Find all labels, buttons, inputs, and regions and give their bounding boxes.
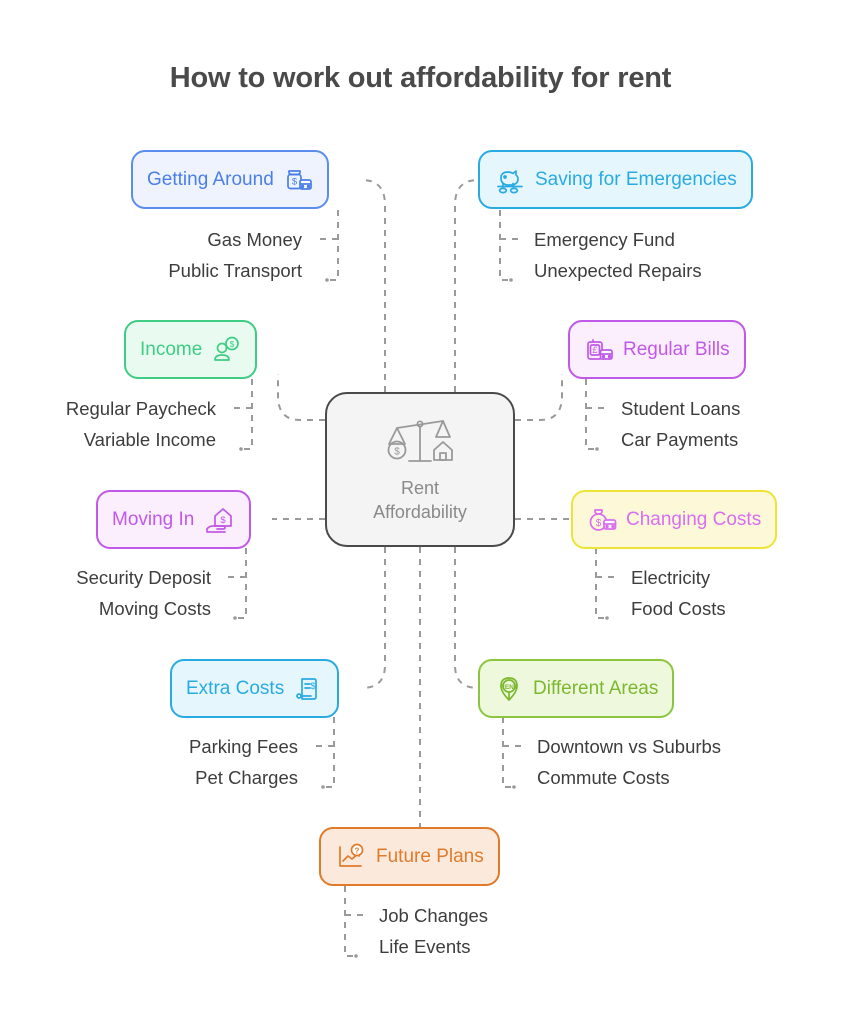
branch-node-moving-in[interactable]: Moving In $: [96, 490, 252, 549]
pound-bill-bus-icon: £: [584, 335, 614, 365]
branch-subs-getting-around: Gas Money Public Transport: [30, 228, 302, 282]
edge-center-saving-for-emergencies: [454, 179, 479, 392]
branch-label-different-areas: Different Areas: [533, 677, 659, 699]
center-node-label: Rent Affordability: [373, 478, 467, 522]
branch-node-getting-around[interactable]: Getting Around $: [131, 150, 329, 209]
sub-item: Car Payments: [621, 429, 739, 451]
center-node-rent-affordability[interactable]: $ Rent Affordability: [325, 392, 515, 547]
branch-label-future-plans: Future Plans: [376, 845, 484, 867]
sub-item: Emergency Fund: [534, 229, 675, 250]
edge-center-different-areas: [454, 547, 479, 689]
edge-getting-around-subs: [325, 210, 339, 281]
sub-item: Variable Income: [83, 429, 216, 451]
branch-subs-extra-costs: Parking Fees Pet Charges: [60, 735, 298, 789]
sub-item: Commute Costs: [537, 767, 670, 789]
branch-label-extra-costs: Extra Costs: [186, 677, 285, 699]
edge-center-income: [277, 374, 325, 421]
edge-center-getting-around: [361, 179, 386, 392]
sub-item: Regular Paycheck: [65, 398, 216, 419]
edge-moving-in-subs: [233, 548, 247, 619]
sub-item: Public Transport: [168, 260, 302, 282]
branch-label-getting-around: Getting Around: [147, 168, 274, 190]
svg-text:?: ?: [355, 846, 360, 855]
branch-node-changing-costs[interactable]: $ Changing Costs: [571, 490, 778, 549]
edge-center-regular-bills: [515, 374, 563, 421]
sub-item: Pet Charges: [195, 767, 298, 789]
branch-subs-moving-in: Security Deposit Moving Costs: [0, 566, 211, 620]
branch-node-saving-for-emergencies[interactable]: Saving for Emergencies: [478, 150, 753, 209]
svg-text:$: $: [596, 517, 602, 528]
branch-subs-saving-for-emergencies: Emergency Fund Unexpected Repairs: [534, 228, 702, 282]
sub-item: Job Changes: [379, 905, 489, 926]
svg-text:$: $: [230, 339, 235, 349]
edge-regular-bills-subs: [585, 379, 599, 450]
svg-text:$: $: [311, 681, 316, 691]
branch-subs-future-plans: Job Changes Life Events: [379, 904, 488, 958]
svg-text:$: $: [394, 447, 400, 458]
sub-item: Security Deposit: [76, 567, 211, 588]
house-dollar-hand-icon: $: [203, 505, 235, 535]
svg-text:£: £: [592, 345, 597, 355]
mindmap-canvas: How to work out affordability for rent $…: [0, 0, 841, 1024]
sub-item: Food Costs: [631, 598, 726, 620]
growth-chart-question-icon: ?: [335, 842, 367, 872]
page-title: How to work out affordability for rent: [169, 62, 672, 94]
branch-subs-different-areas: Downtown vs Suburbs Commute Costs: [537, 735, 721, 789]
branch-subs-changing-costs: Electricity Food Costs: [631, 566, 726, 620]
sub-item: Unexpected Repairs: [534, 260, 702, 282]
branch-node-different-areas[interactable]: RENT Different Areas: [478, 659, 675, 718]
branch-label-moving-in: Moving In: [112, 508, 195, 530]
sub-item: Parking Fees: [189, 736, 298, 757]
sub-item: Student Loans: [621, 398, 741, 419]
branch-subs-income: Regular Paycheck Variable Income: [0, 397, 216, 451]
svg-text:$: $: [292, 176, 298, 187]
sub-item: Gas Money: [207, 229, 302, 250]
edge-income-subs: [239, 379, 253, 450]
edge-center-extra-costs: [361, 547, 386, 689]
sub-item: Downtown vs Suburbs: [537, 736, 722, 757]
branch-node-regular-bills[interactable]: £ Regular Bills: [568, 320, 746, 379]
svg-text:RENT: RENT: [500, 684, 518, 691]
branch-subs-regular-bills: Student Loans Car Payments: [621, 397, 740, 451]
edge-saving-for-emergencies-subs: [499, 210, 513, 281]
edge-extra-costs-subs: [321, 717, 335, 788]
sub-item: Moving Costs: [98, 598, 211, 620]
branch-node-income[interactable]: Income $: [124, 320, 258, 379]
svg-text:$: $: [221, 515, 227, 526]
piggy-bank-coins-icon: [494, 165, 526, 195]
branch-node-extra-costs[interactable]: Extra Costs $: [170, 659, 340, 718]
sub-item: Life Events: [379, 936, 471, 958]
scales-balance-money-house-icon: $: [385, 415, 455, 473]
branch-label-regular-bills: Regular Bills: [623, 338, 730, 360]
edge-different-areas-subs: [502, 717, 516, 788]
rent-map-pin-icon: RENT: [494, 674, 524, 704]
invoice-dollar-icon: $: [293, 674, 323, 704]
money-bag-bus-icon: $: [283, 165, 313, 195]
branch-label-saving-for-emergencies: Saving for Emergencies: [535, 168, 737, 190]
sub-item: Electricity: [631, 567, 711, 588]
edge-changing-costs-subs: [595, 548, 609, 619]
branch-label-income: Income: [140, 338, 203, 360]
branch-label-changing-costs: Changing Costs: [626, 508, 762, 530]
money-pouch-bus-icon: $: [587, 505, 617, 535]
person-dollar-coin-icon: $: [211, 335, 241, 365]
edge-future-plans-subs: [344, 886, 358, 957]
branch-node-future-plans[interactable]: ? Future Plans: [319, 827, 500, 886]
